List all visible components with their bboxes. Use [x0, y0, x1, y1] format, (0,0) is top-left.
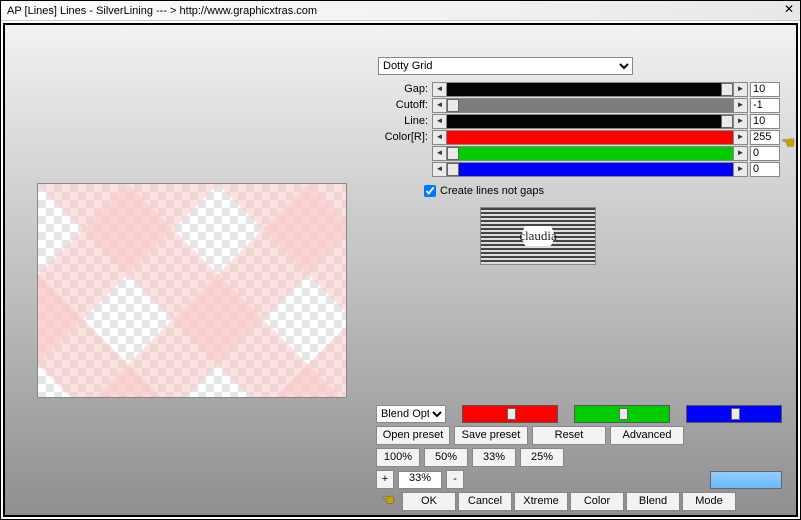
pattern-dropdown[interactable]: Dotty Grid [378, 57, 633, 75]
bottom-panel: Blend Options Open preset Save preset Re… [370, 405, 782, 511]
arrow-right-icon[interactable]: ► [733, 82, 748, 97]
preview-canvas [37, 183, 347, 398]
arrow-left-icon[interactable]: ◄ [432, 82, 447, 97]
zoom-in-button[interactable]: + [376, 470, 394, 489]
color-r-value[interactable]: 255 [750, 130, 780, 145]
blend-options-dropdown[interactable]: Blend Options [376, 405, 446, 423]
content-frame: ☛ Dotty Grid Gap: ◄ ► [3, 23, 798, 517]
reset-button[interactable]: Reset [532, 426, 606, 445]
ok-button[interactable]: OK [402, 492, 456, 511]
blend-button[interactable]: Blend [626, 492, 680, 511]
save-preset-button[interactable]: Save preset [454, 426, 528, 445]
open-preset-button[interactable]: Open preset [376, 426, 450, 445]
cutoff-value[interactable]: -1 [750, 98, 780, 113]
color-r-label: Color[R]: [370, 131, 432, 143]
xtreme-button[interactable]: Xtreme [514, 492, 568, 511]
color-g-value[interactable]: 0 [750, 146, 780, 161]
rgb-mini-red[interactable] [462, 405, 558, 423]
arrow-left-icon[interactable]: ◄ [432, 98, 447, 113]
color-r-slider[interactable]: ◄ ► [432, 130, 748, 145]
zoom-50-button[interactable]: 50% [424, 448, 468, 467]
pointer-hand-icon: ☛ [781, 133, 795, 153]
titlebar[interactable]: AP [Lines] Lines - SilverLining --- > ht… [1, 1, 800, 21]
gap-label: Gap: [370, 83, 432, 95]
color-b-slider[interactable]: ◄ ► [432, 162, 748, 177]
zoom-33-button[interactable]: 33% [472, 448, 516, 467]
color-swatch[interactable] [710, 471, 782, 489]
cutoff-label: Cutoff: [370, 99, 432, 111]
brand-logo-text: claudia [511, 226, 565, 246]
mode-button[interactable]: Mode [682, 492, 736, 511]
create-lines-label: Create lines not gaps [440, 185, 544, 197]
create-lines-checkbox[interactable] [424, 185, 436, 197]
window-title: AP [Lines] Lines - SilverLining --- > ht… [7, 5, 780, 17]
preview-pane [5, 25, 370, 515]
line-value[interactable]: 10 [750, 114, 780, 129]
pointer-hand-icon: ☛ [376, 493, 400, 511]
rgb-mini-blue[interactable] [686, 405, 782, 423]
slider-block: Gap: ◄ ► 10 Cutoff: ◄ [370, 81, 780, 177]
cancel-button[interactable]: Cancel [458, 492, 512, 511]
arrow-left-icon[interactable]: ◄ [432, 130, 447, 145]
gap-slider[interactable]: ◄ ► [432, 82, 748, 97]
brand-logo: claudia [480, 207, 596, 265]
zoom-100-button[interactable]: 100% [376, 448, 420, 467]
gap-value[interactable]: 10 [750, 82, 780, 97]
rgb-mini-green[interactable] [574, 405, 670, 423]
arrow-left-icon[interactable]: ◄ [432, 162, 447, 177]
zoom-25-button[interactable]: 25% [520, 448, 564, 467]
controls-pane: ☛ Dotty Grid Gap: ◄ ► [370, 25, 796, 515]
app-window: AP [Lines] Lines - SilverLining --- > ht… [0, 0, 801, 520]
line-slider[interactable]: ◄ ► [432, 114, 748, 129]
preview-overlay [38, 184, 346, 397]
color-button[interactable]: Color [570, 492, 624, 511]
color-g-slider[interactable]: ◄ ► [432, 146, 748, 161]
line-label: Line: [370, 115, 432, 127]
arrow-right-icon[interactable]: ► [733, 98, 748, 113]
arrow-right-icon[interactable]: ► [733, 162, 748, 177]
advanced-button[interactable]: Advanced [610, 426, 684, 445]
color-b-value[interactable]: 0 [750, 162, 780, 177]
arrow-left-icon[interactable]: ◄ [432, 146, 447, 161]
arrow-left-icon[interactable]: ◄ [432, 114, 447, 129]
close-button[interactable]: ✕ [780, 3, 798, 18]
zoom-value[interactable]: 33% [398, 471, 442, 489]
zoom-out-button[interactable]: - [446, 470, 464, 489]
arrow-right-icon[interactable]: ► [733, 114, 748, 129]
cutoff-slider[interactable]: ◄ ► [432, 98, 748, 113]
arrow-right-icon[interactable]: ► [733, 130, 748, 145]
arrow-right-icon[interactable]: ► [733, 146, 748, 161]
